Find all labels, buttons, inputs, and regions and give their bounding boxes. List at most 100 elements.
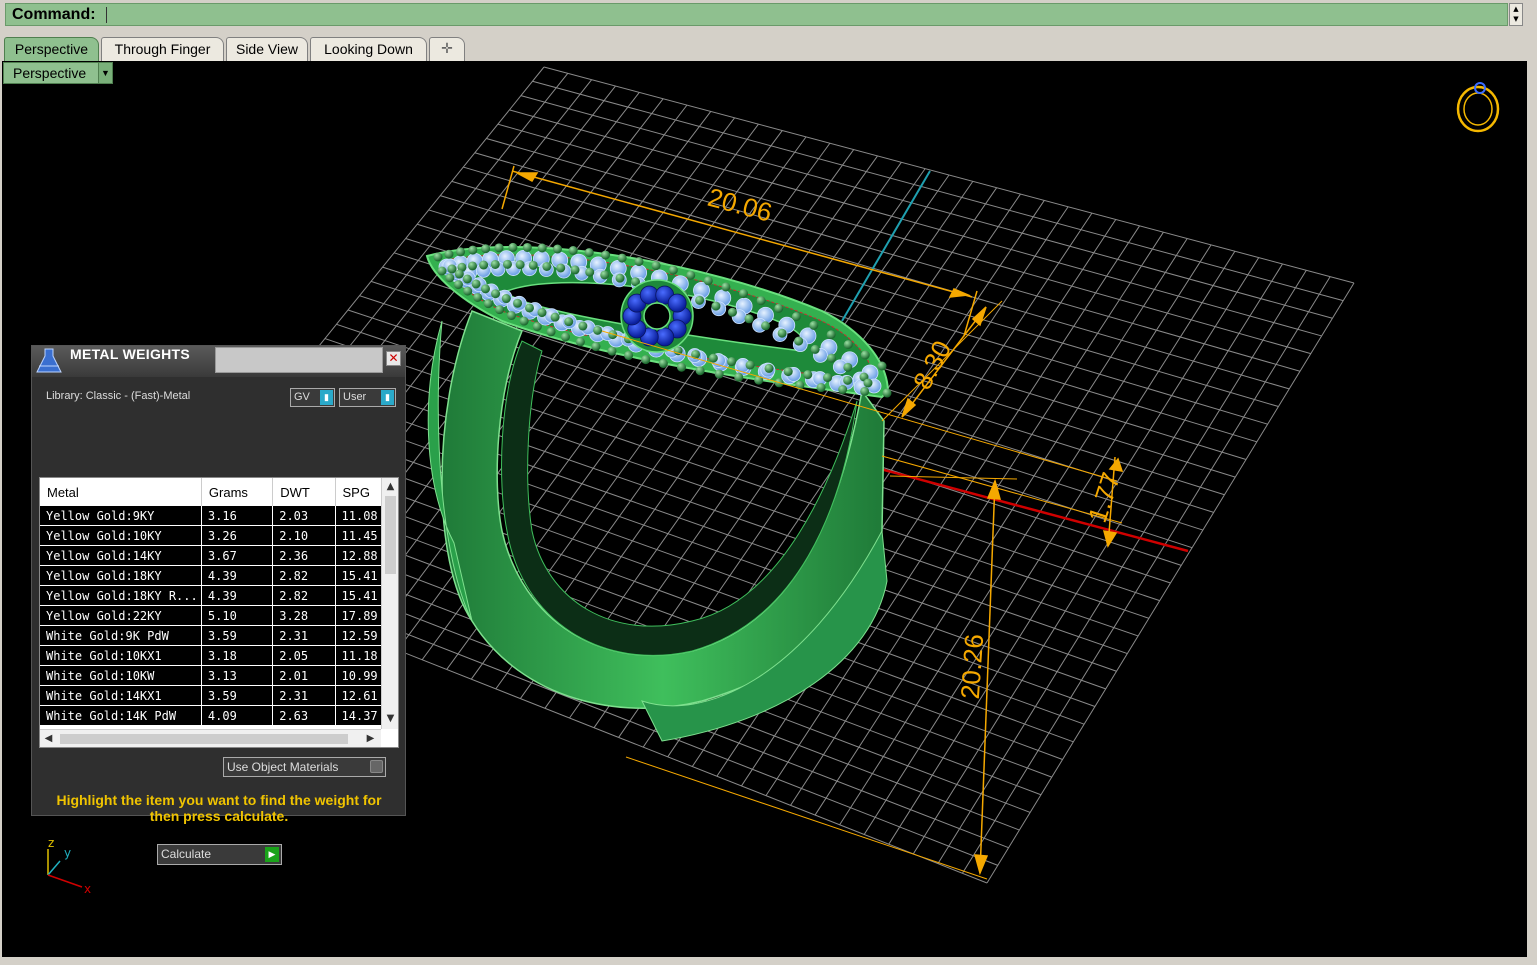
prong — [532, 322, 542, 332]
command-input[interactable]: Command: — [5, 3, 1508, 26]
chevron-down-icon[interactable]: ▼ — [382, 710, 398, 727]
prong — [537, 243, 547, 253]
table-row[interactable]: Yellow Gold:9KY 3.16 2.03 11.08 — [40, 506, 398, 526]
prong — [634, 257, 644, 267]
prong — [600, 270, 610, 280]
table-row[interactable]: White Gold:14K PdW 4.09 2.63 14.37 — [40, 705, 398, 726]
tab-perspective[interactable]: Perspective — [4, 37, 99, 61]
scroll-thumb[interactable] — [60, 734, 348, 744]
y-axis-line — [841, 170, 931, 322]
column-header-dwt[interactable]: DWT — [272, 478, 336, 506]
metal-cell: White Gold:9K PdW — [40, 625, 202, 646]
axis-y-label: y — [64, 846, 71, 860]
tab-through-finger[interactable]: Through Finger — [101, 37, 224, 61]
chevron-right-icon[interactable]: ▶ — [362, 730, 379, 747]
perspective-viewport[interactable]: 20.06 8.30 1.77 20.26 z y x Perspective … — [2, 61, 1527, 957]
prong — [524, 303, 534, 313]
prong — [584, 248, 594, 258]
scroll-thumb[interactable] — [385, 496, 396, 574]
command-history-scroll[interactable]: ▲ ▼ — [1509, 3, 1523, 26]
prong — [468, 261, 478, 271]
table-row[interactable]: Yellow Gold:14KY 3.67 2.36 12.88 — [40, 545, 398, 566]
table-row[interactable]: White Gold:10KX1 3.18 2.05 11.18 — [40, 645, 398, 666]
grid-line — [863, 250, 1236, 835]
panel-titlebar[interactable]: METAL WEIGHTS ✕ — [32, 346, 405, 377]
tab-side-view[interactable]: Side View — [226, 37, 308, 61]
prong — [721, 282, 731, 292]
prong — [575, 337, 585, 347]
ring-model[interactable] — [425, 242, 892, 742]
grams-cell: 3.26 — [201, 525, 274, 546]
grid-line — [912, 263, 1283, 855]
play-icon: ▶ — [265, 847, 279, 862]
add-tab-button[interactable]: ✛ — [429, 37, 465, 61]
ring-preview-icon — [1456, 82, 1500, 133]
prong — [445, 273, 455, 283]
center-cluster — [620, 279, 694, 353]
table-row[interactable]: Yellow Gold:18KY 4.39 2.82 15.41 — [40, 565, 398, 586]
prong — [827, 353, 837, 363]
prong — [668, 265, 678, 275]
table-row[interactable]: White Gold:10KW 3.13 2.01 10.99 — [40, 665, 398, 686]
prong — [473, 292, 483, 302]
panel-drag-handle[interactable] — [215, 347, 383, 373]
dimension-width: 8.30 — [907, 336, 957, 395]
prong — [624, 350, 634, 360]
prong — [843, 375, 853, 385]
prong — [783, 367, 793, 377]
use-object-materials-option[interactable]: Use Object Materials — [223, 757, 386, 777]
column-header-grams[interactable]: Grams — [201, 478, 274, 506]
chevron-up-icon[interactable]: ▲ — [382, 478, 398, 495]
metal-cell: Yellow Gold:18KY R... — [40, 585, 202, 606]
prong — [860, 386, 870, 396]
table-row[interactable]: Yellow Gold:10KY 3.26 2.10 11.45 — [40, 525, 398, 546]
prong — [454, 269, 464, 279]
dwt-cell: 2.10 — [272, 525, 336, 546]
close-icon[interactable]: ✕ — [386, 351, 401, 366]
dwt-cell: 2.82 — [272, 585, 336, 606]
prong — [490, 259, 500, 269]
metal-weights-table[interactable]: Metal Grams DWT SPG Yellow Gold:9KY 3.16 2… — [39, 477, 399, 748]
table-row[interactable]: White Gold:9K PdW 3.59 2.31 12.59 — [40, 625, 398, 646]
command-bar: Command: ▲ ▼ — [0, 0, 1537, 30]
grams-cell: 5.10 — [201, 605, 274, 626]
metal-weights-panel: METAL WEIGHTS ✕ Library: Classic - (Fast… — [31, 345, 406, 865]
prong — [471, 279, 481, 289]
prong — [495, 305, 505, 315]
table-row[interactable]: Yellow Gold:22KY 5.10 3.28 17.89 — [40, 605, 398, 626]
radio-icon[interactable] — [370, 760, 383, 773]
calculate-button[interactable]: Calculate ▶ — [157, 844, 282, 865]
metal-cell: Yellow Gold:10KY — [40, 525, 202, 546]
dwt-cell: 2.31 — [272, 625, 336, 646]
prong — [502, 259, 512, 269]
gv-toggle[interactable]: GV ▮ — [290, 388, 335, 407]
grams-cell: 4.39 — [201, 585, 274, 606]
user-toggle-label: User — [343, 391, 367, 403]
chevron-down-icon[interactable]: ▼ — [98, 63, 112, 83]
table-horizontal-scrollbar[interactable]: ◀ ▶ — [40, 729, 381, 747]
prong — [711, 301, 721, 311]
column-header-metal[interactable]: Metal — [40, 478, 202, 506]
prong — [734, 372, 744, 382]
prong — [727, 357, 737, 367]
prong — [714, 369, 724, 379]
dimension-thickness: 1.77 — [1082, 469, 1126, 526]
tab-looking-down[interactable]: Looking Down — [310, 37, 427, 61]
prong — [513, 298, 523, 308]
table-row[interactable]: Yellow Gold:18KY R... 4.39 2.82 15.41 — [40, 585, 398, 606]
table-vertical-scrollbar[interactable]: ▲ ▼ — [381, 478, 398, 729]
prong — [860, 350, 870, 360]
status-strip — [0, 957, 1537, 965]
prong — [564, 317, 574, 327]
dwt-cell: 2.03 — [272, 506, 336, 526]
user-toggle[interactable]: User ▮ — [339, 388, 396, 407]
prong — [508, 242, 518, 252]
prong — [568, 246, 578, 256]
table-row[interactable]: White Gold:14KX1 3.59 2.31 12.61 — [40, 685, 398, 706]
prong — [641, 355, 651, 365]
chevron-left-icon[interactable]: ◀ — [40, 730, 57, 747]
prong — [739, 289, 749, 299]
viewport-label[interactable]: Perspective ▼ — [3, 62, 113, 84]
prong — [483, 299, 493, 309]
prong — [591, 342, 601, 352]
